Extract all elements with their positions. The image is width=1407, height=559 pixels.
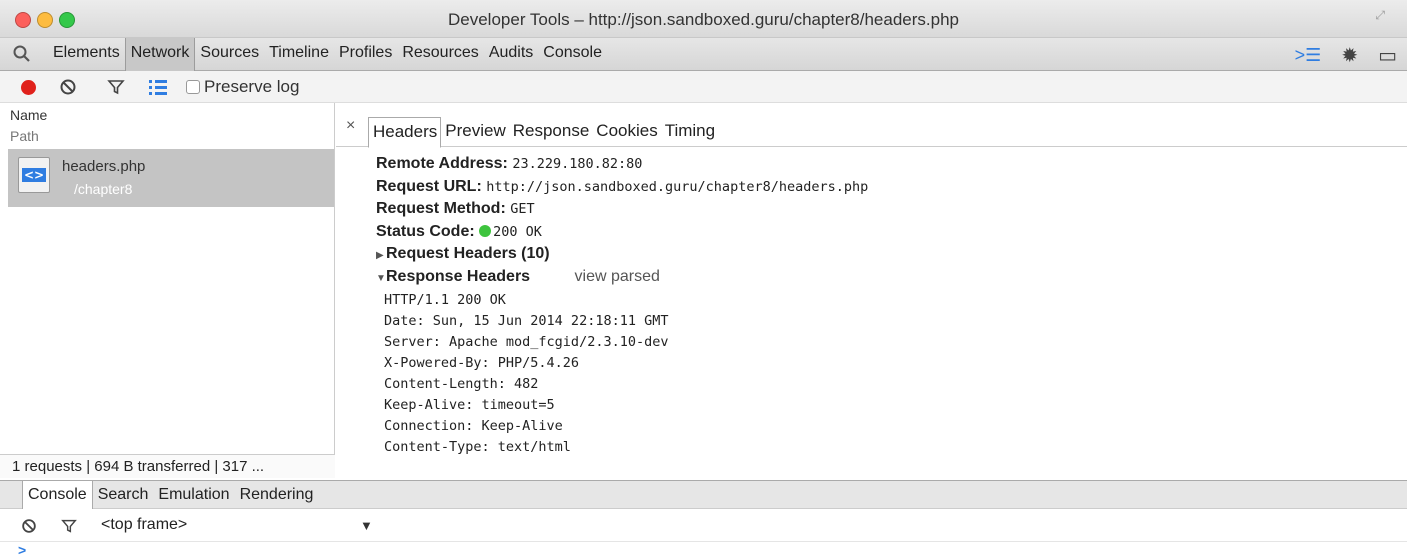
status-code-key: Status Code: [376, 222, 475, 240]
frame-selector[interactable]: <top frame> [101, 516, 187, 534]
collapse-triangle-icon: ▼ [376, 272, 386, 284]
response-headers-label: Response Headers [386, 267, 531, 285]
response-header-line: HTTP/1.1 200 OK [384, 292, 506, 308]
drawer-tab-console[interactable]: Console [22, 481, 93, 510]
drawer-tab-bar: Console Search Emulation Rendering [0, 480, 1407, 510]
column-name-header[interactable]: Name [10, 107, 47, 123]
show-drawer-icon[interactable]: >☰ [1295, 45, 1322, 66]
preserve-log-label: Preserve log [204, 77, 300, 96]
request-url-key: Request URL: [376, 177, 482, 195]
response-headers-toggle[interactable]: ▼Response Headers view parsed [376, 268, 868, 291]
drawer-tab-emulation[interactable]: Emulation [153, 481, 234, 509]
tab-resources[interactable]: Resources [397, 38, 483, 71]
gear-icon[interactable]: ✹ [1341, 43, 1358, 68]
request-url-value: http://json.sandboxed.guru/chapter8/head… [486, 178, 869, 195]
drawer-tab-rendering[interactable]: Rendering [235, 481, 319, 509]
tab-preview[interactable]: Preview [441, 117, 508, 147]
list-view-icon[interactable] [148, 78, 168, 96]
column-path-header: Path [10, 128, 39, 144]
tab-sources[interactable]: Sources [195, 38, 264, 71]
request-url-line: Request URL: http://json.sandboxed.guru/… [376, 178, 868, 201]
main-tab-bar: Elements Network Sources Timeline Profil… [0, 38, 1407, 71]
record-icon[interactable] [21, 80, 36, 95]
tab-cookies[interactable]: Cookies [592, 117, 660, 147]
clear-icon[interactable] [58, 77, 78, 97]
tab-response[interactable]: Response [509, 117, 593, 147]
response-header-line: Date: Sun, 15 Jun 2014 22:18:11 GMT [384, 313, 669, 329]
request-headers-label: Request Headers (10) [386, 245, 550, 262]
chevron-down-icon[interactable]: ▼ [360, 518, 373, 533]
detail-tab-bar: × Headers Preview Response Cookies Timin… [336, 117, 1407, 148]
search-icon[interactable] [12, 44, 32, 64]
preserve-log-checkbox[interactable] [186, 80, 200, 94]
console-toolbar: <top frame> ▼ [0, 509, 1407, 542]
response-headers-list: HTTP/1.1 200 OK Date: Sun, 15 Jun 2014 2… [376, 290, 868, 458]
expand-triangle-icon: ▶ [376, 250, 384, 261]
view-parsed-link[interactable]: view parsed [575, 268, 660, 285]
response-header-line: Connection: Keep-Alive [384, 418, 563, 434]
html-file-icon: <> [18, 157, 50, 193]
dock-icon[interactable]: ▭ [1378, 43, 1397, 68]
preserve-log-toggle[interactable]: Preserve log [186, 77, 299, 97]
request-list: Name Path <> headers.php /chapter8 1 req… [0, 103, 335, 478]
response-header-line: Content-Length: 482 [384, 376, 539, 392]
fullscreen-icon[interactable]: ⤢ [1375, 8, 1385, 23]
network-summary: 1 requests | 694 B transferred | 317 ... [0, 454, 335, 478]
tab-console[interactable]: Console [538, 38, 607, 71]
network-toolbar: Preserve log [0, 71, 1407, 103]
request-method-line: Request Method: GET [376, 200, 868, 223]
headers-panel: Remote Address: 23.229.180.82:80 Request… [376, 155, 868, 458]
request-name: headers.php [62, 158, 146, 175]
request-method-key: Request Method: [376, 200, 506, 217]
request-method-value: GET [510, 201, 535, 217]
close-icon[interactable]: × [346, 117, 355, 135]
request-details: × Headers Preview Response Cookies Timin… [336, 103, 1407, 478]
tab-headers[interactable]: Headers [368, 117, 442, 148]
request-path: /chapter8 [74, 181, 133, 197]
response-header-line: Keep-Alive: timeout=5 [384, 397, 555, 413]
tab-elements[interactable]: Elements [48, 38, 125, 71]
response-header-line: X-Powered-By: PHP/5.4.26 [384, 355, 580, 371]
status-code-line: Status Code: 200 OK [376, 223, 868, 246]
tab-network[interactable]: Network [124, 38, 196, 71]
status-ok-icon [479, 224, 492, 237]
drawer-tab-search[interactable]: Search [93, 481, 154, 509]
response-header-line: Server: Apache mod_fcgid/2.3.10-dev [384, 334, 669, 350]
request-row[interactable]: <> headers.php /chapter8 [8, 149, 334, 207]
console-clear-icon[interactable] [20, 517, 38, 535]
console-filter-icon[interactable] [60, 517, 78, 535]
tab-profiles[interactable]: Profiles [334, 38, 397, 71]
tab-audits[interactable]: Audits [484, 38, 538, 71]
console-prompt[interactable]: > [18, 542, 26, 558]
title-bar: Developer Tools – http://json.sandboxed.… [0, 0, 1407, 38]
filter-icon[interactable] [106, 77, 126, 97]
response-header-line: Content-Type: text/html [384, 439, 571, 455]
status-code-value: 200 OK [493, 223, 542, 240]
remote-address-line: Remote Address: 23.229.180.82:80 [376, 155, 868, 178]
tab-timeline[interactable]: Timeline [264, 38, 334, 71]
window-title: Developer Tools – http://json.sandboxed.… [448, 10, 959, 29]
remote-address-value: 23.229.180.82:80 [512, 156, 643, 172]
tab-timing[interactable]: Timing [661, 117, 718, 147]
remote-address-key: Remote Address: [376, 155, 508, 172]
request-headers-toggle[interactable]: ▶ Request Headers (10) [376, 245, 868, 268]
